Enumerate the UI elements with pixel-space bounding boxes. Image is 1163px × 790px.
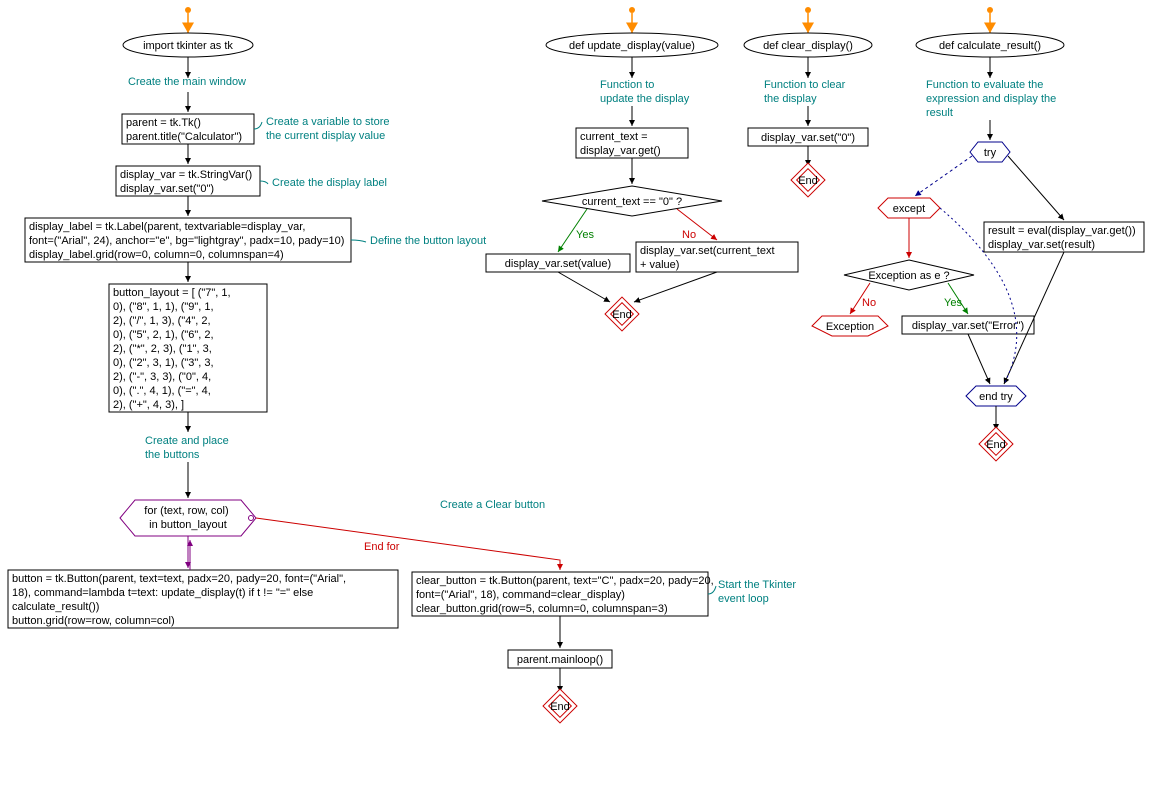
display-label-line3: display_label.grid(row=0, column=0, colu… (29, 249, 284, 261)
endtry-label: end try (979, 391, 1013, 403)
arrow (558, 272, 610, 302)
btn2: calculate_result()) (12, 601, 99, 613)
comment-connector (254, 122, 262, 129)
bl0: button_layout = [ ("7", 1, (113, 287, 231, 299)
endfor-label: End for (364, 541, 400, 553)
comment-display-var: Create a variable to store the current d… (266, 116, 393, 142)
entry-dot-update (629, 7, 635, 13)
arrow-endfor (256, 518, 560, 570)
res0: result = eval(display_var.get()) (988, 225, 1136, 237)
bl7: 0), (".", 4, 1), ("=", 4, (113, 385, 211, 397)
bl8: 2), ("+", 4, 3), ] (113, 399, 184, 411)
bl3: 0), ("5", 2, 1), ("6", 2, (113, 329, 214, 341)
bl5: 0), ("2", 3, 1), ("3", 3, (113, 357, 214, 369)
end-main-label: End (550, 701, 570, 713)
cb0: clear_button = tk.Button(parent, text="C… (416, 575, 714, 587)
res1: display_var.set(result) (988, 239, 1095, 251)
comment-calc: Function to evaluate the expression and … (926, 79, 1059, 119)
bl1: 0), ("8", 1, 1), ("9", 1, (113, 301, 214, 313)
arrow (968, 334, 990, 384)
display-label-line2: font=("Arial", 24), anchor="e", bg="ligh… (29, 235, 344, 247)
comment-button-layout: Define the button layout (370, 235, 486, 247)
no-exc-label: No (862, 297, 876, 309)
cb1: font=("Arial", 18), command=clear_displa… (416, 589, 625, 601)
entry-dot-main (185, 7, 191, 13)
clear-def-label: def clear_display() (763, 40, 853, 52)
comment-connector (260, 181, 268, 184)
ct1: display_var.get() (580, 145, 661, 157)
bl4: 2), ("*", 2, 3), ("1", 3, (113, 343, 212, 355)
error-box-label: display_var.set("Error") (912, 320, 1024, 332)
end-clear-label: End (798, 175, 818, 187)
bl6: 2), ("-", 3, 3), ("0", 4, (113, 371, 211, 383)
yes-err-label: Yes (944, 297, 962, 309)
btn1: 18), command=lambda t=text: update_displ… (12, 587, 313, 599)
arrow (1008, 156, 1064, 220)
bl2: 2), ("/", 1, 3), ("4", 2, (113, 315, 211, 327)
comment-clear-button: Create a Clear button (440, 499, 545, 511)
no-label: No (682, 229, 696, 241)
ct0: current_text = (580, 131, 648, 143)
parent-line1: parent = tk.Tk() (126, 117, 201, 129)
calc-def-label: def calculate_result() (939, 40, 1041, 52)
display-var-line2: display_var.set("0") (120, 183, 214, 195)
yes-label: Yes (576, 229, 594, 241)
comment-connector (708, 586, 716, 594)
btn3: button.grid(row=row, column=col) (12, 615, 175, 627)
display-label-line1: display_label = tk.Label(parent, textvar… (29, 221, 305, 233)
btn0: button = tk.Button(parent, text=text, pa… (12, 573, 346, 585)
entry-dot-clear (805, 7, 811, 13)
import-label: import tkinter as tk (143, 40, 233, 52)
clear-body-label: display_var.set("0") (761, 132, 855, 144)
arrow-except-dashed (915, 156, 972, 196)
update-condition-label: current_text == "0" ? (582, 196, 682, 208)
except-label: except (893, 203, 925, 215)
loop-exit-dot (249, 516, 254, 521)
comment-main-window: Create the main window (128, 76, 246, 88)
arrow (634, 272, 717, 302)
exception-label: Exception (826, 321, 874, 333)
parent-line2: parent.title("Calculator") (126, 131, 242, 143)
display-var-line1: display_var = tk.StringVar() (120, 169, 252, 181)
comment-display-label: Create the display label (272, 177, 387, 189)
comment-connector (351, 240, 366, 242)
update-def-label: def update_display(value) (569, 40, 695, 52)
yes-box-label: display_var.set(value) (505, 258, 611, 270)
mainloop-label: parent.mainloop() (517, 654, 603, 666)
end-calc-label: End (986, 439, 1006, 451)
comment-mainloop: Start the Tkinter event loop (718, 579, 799, 605)
end-update-label: End (612, 309, 632, 321)
cb2: clear_button.grid(row=5, column=0, colum… (416, 603, 668, 615)
comment-update: Function to update the display (600, 79, 690, 105)
try-label: try (984, 147, 997, 159)
comment-create-buttons: Create and place the buttons (145, 435, 232, 461)
comment-clear: Function to clear the display (764, 79, 848, 105)
entry-dot-calc (987, 7, 993, 13)
exception-condition: Exception as e ? (868, 270, 949, 282)
